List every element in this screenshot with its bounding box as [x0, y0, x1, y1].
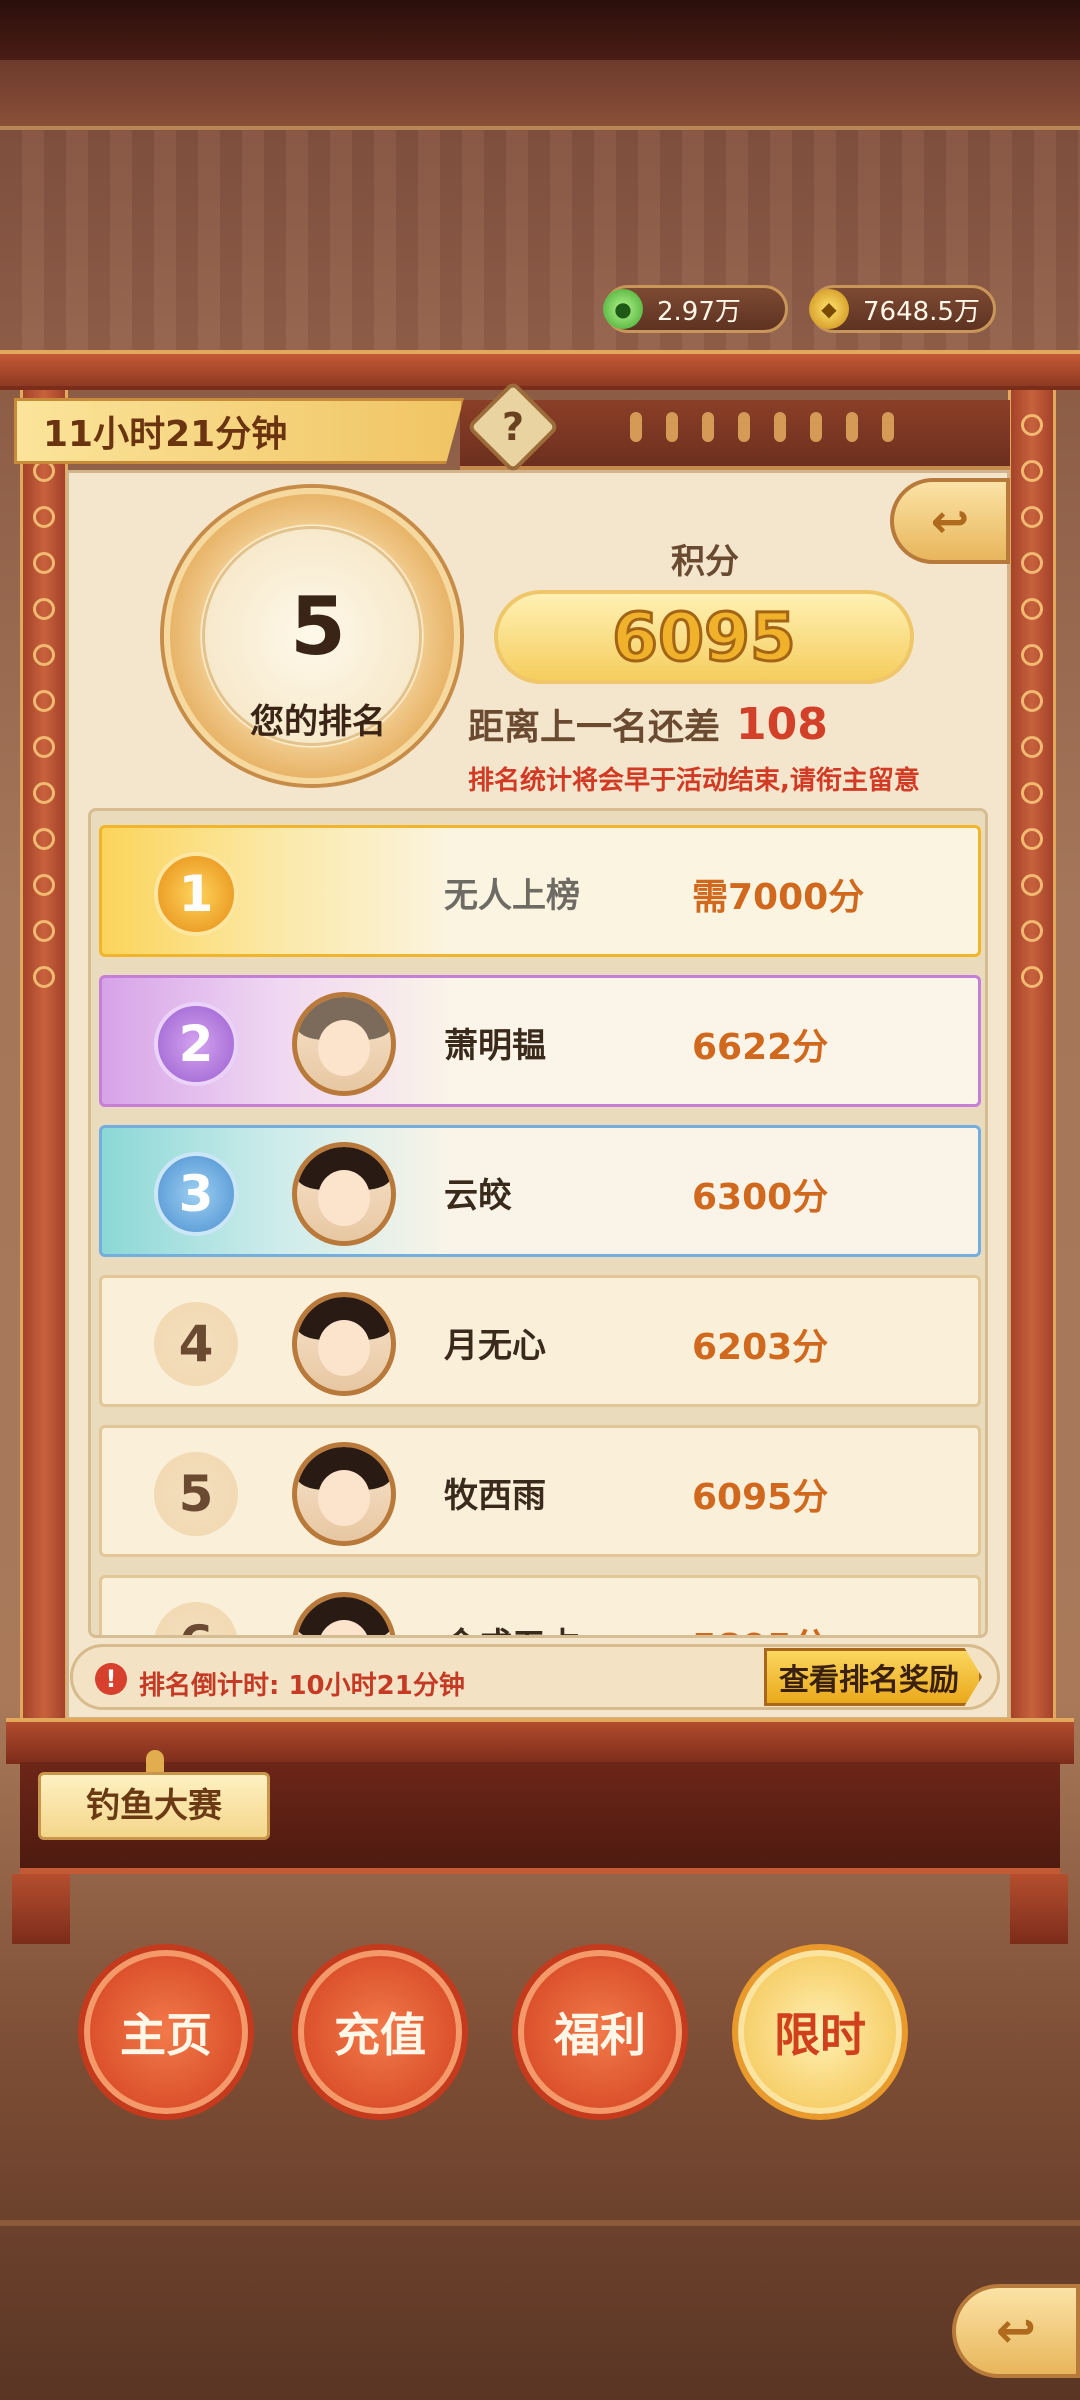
- event-timer-banner: 11小时21分钟: [14, 398, 464, 464]
- rank-badge-1: 1: [154, 852, 238, 936]
- gap-label: 距离上一名还差: [468, 707, 721, 748]
- rank-badge-5: 5: [154, 1452, 238, 1536]
- gold-currency[interactable]: ◆ 7648.5万: [809, 285, 996, 333]
- help-icon: ?: [501, 405, 525, 449]
- player-score: 5895分: [692, 1618, 828, 1635]
- event-timer-text: 11小时21分钟: [43, 414, 288, 455]
- gap-value: 108: [736, 699, 828, 750]
- rank-badge-3: 3: [154, 1152, 238, 1236]
- frame-leg-right: [1010, 1874, 1068, 1944]
- leaderboard-list[interactable]: 1 无人上榜 需7000分 2 萧明韫 6622分 3 云皎 6300分 4 月…: [88, 808, 988, 1638]
- my-rank-medallion: 5 您的排名: [164, 488, 460, 784]
- leaderboard-row-4[interactable]: 4 月无心 6203分: [99, 1275, 981, 1407]
- player-avatar[interactable]: [292, 1142, 396, 1246]
- player-score: 需7000分: [692, 877, 865, 918]
- player-avatar[interactable]: [292, 992, 396, 1096]
- player-name: 萧明韫: [444, 1026, 546, 1066]
- rank-badge-2: 2: [154, 1002, 238, 1086]
- gap-to-next-rank: 距离上一名还差 108: [468, 698, 828, 750]
- player-avatar[interactable]: [292, 1592, 396, 1635]
- ranking-countdown-text: 排名倒计时: 10小时21分钟: [139, 1671, 465, 1701]
- gold-coin-icon: ◆: [809, 289, 849, 329]
- player-name: 牧西雨: [444, 1476, 546, 1516]
- nav-limited-button[interactable]: 限时: [738, 1950, 902, 2114]
- ranking-notice: 排名统计将会早于活动结束,请衔主留意: [468, 766, 920, 796]
- leaderboard-row-1[interactable]: 1 无人上榜 需7000分: [99, 825, 981, 957]
- player-score: 6095分: [692, 1477, 829, 1518]
- back-arrow-icon: ↩: [995, 2303, 1037, 2359]
- frame-pillar-right: [1008, 390, 1056, 1730]
- back-arrow-icon: ↩: [930, 494, 970, 548]
- my-rank-number: 5: [290, 580, 346, 673]
- player-score: 6622分: [692, 1027, 829, 1068]
- player-avatar[interactable]: [292, 1442, 396, 1546]
- player-name: 金成五占: [444, 1618, 580, 1635]
- leaderboard-row-5[interactable]: 5 牧西雨 6095分: [99, 1425, 981, 1557]
- leaderboard-row-6[interactable]: 6 金成五占 5895分: [99, 1575, 981, 1635]
- rank-badge-6: 6: [154, 1602, 238, 1635]
- leaderboard-row-2[interactable]: 2 萧明韫 6622分: [99, 975, 981, 1107]
- jade-coin-icon: ●: [603, 289, 643, 329]
- score-value-box: 6095: [494, 590, 914, 684]
- roof-decoration: [0, 60, 1080, 130]
- player-name: 无人上榜: [444, 876, 580, 916]
- frame-leg-left: [12, 1874, 70, 1944]
- my-rank-label: 您的排名: [250, 702, 386, 742]
- jade-currency[interactable]: ● 2.97万: [603, 285, 788, 333]
- frame-top-beam: [0, 350, 1080, 390]
- frame-bottom-beam: [6, 1718, 1074, 1764]
- nav-recharge-button[interactable]: 充值: [298, 1950, 462, 2114]
- back-button-bottom[interactable]: ↩: [952, 2284, 1080, 2378]
- warning-icon: !: [95, 1663, 127, 1695]
- player-name: 月无心: [444, 1326, 546, 1366]
- player-score: 6300分: [692, 1177, 829, 1218]
- top-strip: [0, 0, 1080, 60]
- back-button-top[interactable]: ↩: [890, 478, 1010, 564]
- player-name: 云皎: [444, 1176, 512, 1216]
- player-score: 6203分: [692, 1327, 829, 1368]
- score-value: 6095: [611, 597, 798, 677]
- leaderboard-row-3[interactable]: 3 云皎 6300分: [99, 1125, 981, 1257]
- event-name-tag: 钓鱼大赛: [38, 1772, 270, 1840]
- score-title: 积分: [671, 542, 739, 582]
- gold-amount: 7648.5万: [863, 296, 980, 327]
- rank-badge-4: 4: [154, 1302, 238, 1386]
- nav-welfare-button[interactable]: 福利: [518, 1950, 682, 2114]
- jade-amount: 2.97万: [657, 296, 741, 327]
- nav-home-button[interactable]: 主页: [84, 1950, 248, 2114]
- player-avatar[interactable]: [292, 1292, 396, 1396]
- view-rank-rewards-button[interactable]: 查看排名奖励: [764, 1648, 982, 1706]
- frame-pillar-left: [20, 390, 68, 1730]
- floor-line: [0, 2220, 1080, 2226]
